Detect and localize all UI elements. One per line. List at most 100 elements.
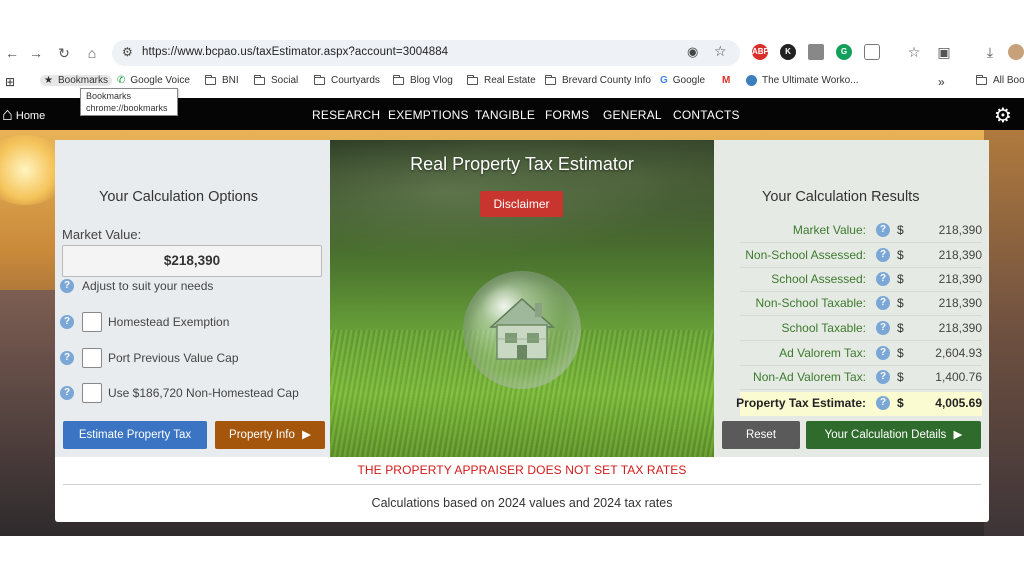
address-bar[interactable]: ⚙ https://www.bcpao.us/taxEstimator.aspx… <box>112 40 740 66</box>
grammarly-extension-icon[interactable]: G <box>836 44 852 60</box>
help-icon[interactable]: ? <box>60 315 74 329</box>
help-icon[interactable]: ? <box>876 370 890 384</box>
bookmark-bookmarks[interactable]: ★ Bookmarks <box>40 75 112 86</box>
adjust-hint: ? Adjust to suit your needs <box>60 279 213 293</box>
site-icon <box>746 75 757 86</box>
gear-icon[interactable]: ⚙ <box>994 103 1012 128</box>
help-icon[interactable]: ? <box>60 279 74 293</box>
help-icon[interactable]: ? <box>876 248 890 262</box>
help-icon[interactable]: ? <box>876 346 890 360</box>
adblock-extension-icon[interactable]: ABP <box>752 44 769 60</box>
help-icon[interactable]: ? <box>876 321 890 335</box>
folder-icon <box>545 74 556 85</box>
folder-icon <box>976 74 987 85</box>
back-arrow-icon[interactable]: ← <box>4 45 20 61</box>
reset-button[interactable]: Reset <box>722 421 800 449</box>
bookmarks-overflow-button[interactable]: » <box>938 75 945 89</box>
caret-right-icon: ▶ <box>953 429 963 441</box>
bookmark-gmail[interactable]: M <box>722 75 730 86</box>
k-extension-icon[interactable]: K <box>780 44 796 60</box>
home-icon[interactable]: ⌂ <box>84 45 100 61</box>
bookmark-real-estate[interactable]: Real Estate <box>467 74 536 86</box>
folder-icon <box>314 74 325 85</box>
bookmark-blog-vlog[interactable]: Blog Vlog <box>393 74 453 86</box>
house-icon: ⌂ <box>2 104 13 124</box>
forward-arrow-icon[interactable]: → <box>28 45 44 61</box>
help-icon[interactable]: ? <box>876 296 890 310</box>
star-icon: ★ <box>44 75 53 86</box>
bookmark-courtyards[interactable]: Courtyards <box>314 74 380 86</box>
bookmark-star-icon[interactable]: ☆ <box>714 43 727 60</box>
profile-avatar[interactable] <box>1008 44 1024 60</box>
phone-icon: ✆ <box>117 75 126 86</box>
home-link[interactable]: ⌂ Home <box>2 104 45 124</box>
calculation-basis-note: Calculations based on 2024 values and 20… <box>371 496 673 510</box>
apps-grid-icon[interactable]: ⊞ <box>5 75 15 89</box>
bookmark-google-voice[interactable]: ✆ Google Voice <box>117 75 190 86</box>
port-value-cap-checkbox[interactable] <box>82 348 102 368</box>
result-market-value: Market Value: ? $ 218,390 <box>740 219 982 243</box>
port-value-cap-option[interactable]: ? Port Previous Value Cap <box>60 348 239 368</box>
nav-research[interactable]: RESEARCH <box>312 108 380 122</box>
gmail-icon: M <box>722 75 731 86</box>
help-icon[interactable]: ? <box>876 396 890 410</box>
reload-icon[interactable]: ↻ <box>56 45 72 61</box>
help-icon[interactable]: ? <box>876 223 890 237</box>
options-title: Your Calculation Options <box>99 189 259 205</box>
eye-off-icon[interactable]: ◉ <box>687 44 698 60</box>
help-icon[interactable]: ? <box>60 386 74 400</box>
results-title: Your Calculation Results <box>762 189 920 205</box>
site-settings-icon[interactable]: ⚙ <box>122 45 133 59</box>
nav-general[interactable]: GENERAL <box>603 108 662 122</box>
non-homestead-cap-option[interactable]: ? Use $186,720 Non-Homestead Cap <box>60 383 299 403</box>
tax-rates-warning: THE PROPERTY APPRAISER DOES NOT SET TAX … <box>357 463 687 477</box>
property-info-button[interactable]: Property Info ▶ <box>215 421 325 449</box>
disclaimer-button[interactable]: Disclaimer <box>480 191 563 217</box>
money-house-icon <box>489 297 555 360</box>
bookmark-bni[interactable]: BNI <box>205 74 239 86</box>
result-property-tax-estimate: Property Tax Estimate: ? $ 4,005.69 <box>736 392 982 416</box>
caret-right-icon: ▶ <box>302 429 311 441</box>
calculation-details-button[interactable]: Your Calculation Details ▶ <box>806 421 981 449</box>
result-non-school-taxable: Non-School Taxable: ? $ 218,390 <box>740 292 982 316</box>
help-icon[interactable]: ? <box>60 351 74 365</box>
folder-icon <box>467 74 478 85</box>
money-house-bubble-image <box>463 271 581 389</box>
bookmark-social[interactable]: Social <box>254 74 298 86</box>
screenshot-extension-icon[interactable] <box>808 44 824 60</box>
divider <box>63 484 981 485</box>
result-school-taxable: School Taxable: ? $ 218,390 <box>740 317 982 341</box>
estimator-title: Real Property Tax Estimator <box>410 154 634 174</box>
url-text[interactable]: https://www.bcpao.us/taxEstimator.aspx?a… <box>142 46 448 58</box>
market-value-input[interactable]: $218,390 <box>62 245 322 277</box>
homestead-exemption-option[interactable]: ? Homestead Exemption <box>60 312 229 332</box>
result-ad-valorem-tax: Ad Valorem Tax: ? $ 2,604.93 <box>740 342 982 366</box>
nav-exemptions[interactable]: EXEMPTIONS <box>388 108 469 122</box>
nav-contacts[interactable]: CONTACTS <box>673 108 740 122</box>
google-icon: G <box>660 75 668 86</box>
download-icon[interactable]: ⤓ <box>982 44 998 60</box>
nav-tangible[interactable]: TANGIBLE <box>475 108 535 122</box>
result-non-school-assessed: Non-School Assessed: ? $ 218,390 <box>740 244 982 268</box>
calculation-options-panel <box>55 140 330 457</box>
bookmark-manager-icon[interactable]: ☆ <box>906 44 922 60</box>
market-value-label: Market Value: <box>62 227 142 242</box>
non-homestead-cap-checkbox[interactable] <box>82 383 102 403</box>
bookmark-all-bookmarks[interactable]: All Boo <box>976 74 1024 86</box>
folder-icon <box>393 74 404 85</box>
side-panel-icon[interactable]: ▣ <box>936 44 952 60</box>
result-school-assessed: School Assessed: ? $ 218,390 <box>740 268 982 292</box>
help-icon[interactable]: ? <box>876 272 890 286</box>
bookmarks-tooltip: Bookmarks chrome://bookmarks <box>80 88 178 116</box>
bookmark-brevard-county-info[interactable]: Brevard County Info <box>545 74 651 86</box>
folder-icon <box>205 74 216 85</box>
estimate-property-tax-button[interactable]: Estimate Property Tax <box>63 421 207 449</box>
bookmark-ultimate-workout[interactable]: The Ultimate Worko... <box>746 75 859 86</box>
bookmark-google[interactable]: G Google <box>660 75 705 86</box>
folder-icon <box>254 74 265 85</box>
extensions-puzzle-icon[interactable] <box>864 44 880 60</box>
homestead-exemption-checkbox[interactable] <box>82 312 102 332</box>
nav-forms[interactable]: FORMS <box>545 108 589 122</box>
estimator-hero-panel <box>330 140 714 457</box>
result-non-ad-valorem-tax: Non-Ad Valorem Tax: ? $ 1,400.76 <box>740 366 982 390</box>
